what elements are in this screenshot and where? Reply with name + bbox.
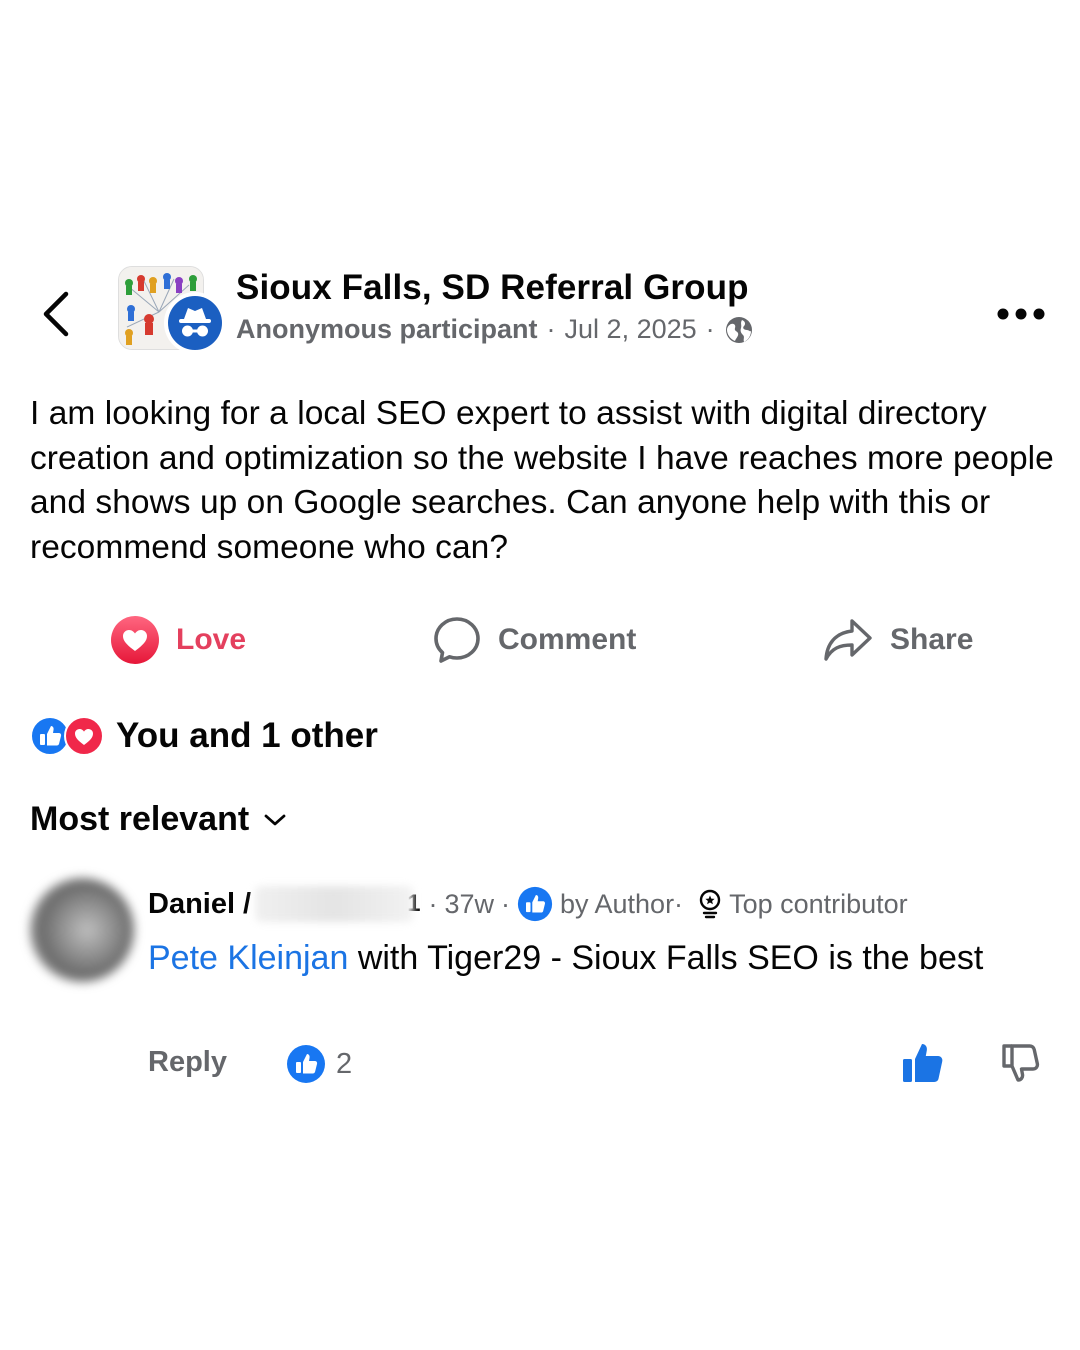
- incognito-icon: [168, 296, 222, 350]
- comment-button[interactable]: Comment: [432, 612, 636, 668]
- redacted-name: [255, 886, 414, 922]
- meta-separator: ·: [500, 888, 510, 919]
- more-options-button[interactable]: [996, 300, 1046, 328]
- comment-header: Daniel / 1 · 37w · by Author· Top contri…: [148, 886, 908, 922]
- downvote-button[interactable]: [998, 1040, 1044, 1086]
- thumbs-up-filled-icon: [903, 1044, 943, 1082]
- comment-reactions[interactable]: 2: [286, 1044, 352, 1084]
- commenter-name[interactable]: Daniel: [148, 888, 235, 921]
- top-contributor-badge: Top contributor: [729, 888, 908, 919]
- liked-by-author: by Author·: [559, 888, 684, 919]
- sort-label: Most relevant: [30, 800, 250, 838]
- post-date[interactable]: Jul 2, 2025: [565, 314, 697, 345]
- share-arrow-icon: [824, 619, 872, 661]
- commenter-avatar[interactable]: [30, 878, 134, 982]
- meta-separator: ·: [705, 314, 715, 344]
- thumbs-down-outline-icon: [1002, 1044, 1040, 1082]
- share-label: Share: [890, 623, 974, 656]
- comment-text: with Tiger29 - Sioux Falls SEO is the be…: [348, 939, 984, 977]
- anonymous-badge: [164, 292, 226, 354]
- comment-meta: · 37w · by Author· Top contributor: [428, 886, 908, 922]
- love-reaction-button[interactable]: Love: [110, 612, 246, 668]
- meta-separator: ·: [428, 888, 438, 919]
- post-meta: Anonymous participant · Jul 2, 2025 ·: [236, 314, 754, 345]
- share-button[interactable]: Share: [822, 612, 973, 668]
- top-contributor-icon: [699, 889, 721, 919]
- reactions-summary[interactable]: You and 1 other: [30, 716, 378, 756]
- reply-button[interactable]: Reply: [148, 1046, 227, 1079]
- group-name[interactable]: Sioux Falls, SD Referral Group: [236, 268, 749, 308]
- comment-body: Pete Kleinjan with Tiger29 - Sioux Falls…: [148, 934, 1028, 982]
- heart-reaction-icon: [111, 616, 159, 664]
- comment-time[interactable]: 37w: [444, 889, 494, 920]
- post-text: I am looking for a local SEO expert to a…: [30, 395, 1054, 566]
- comment-bubble-icon: [434, 617, 480, 663]
- like-reaction-icon: [287, 1045, 325, 1083]
- comment-sort-dropdown[interactable]: Most relevant: [30, 800, 287, 839]
- chevron-left-icon: [43, 291, 69, 337]
- love-label: Love: [176, 623, 247, 656]
- back-button[interactable]: [38, 288, 78, 340]
- comment-like-count: 2: [336, 1047, 353, 1080]
- meta-separator: ·: [546, 314, 556, 344]
- heart-reaction-icon: [64, 716, 104, 756]
- comment-label: Comment: [498, 623, 637, 656]
- mentioned-user-link[interactable]: Pete Kleinjan: [148, 939, 348, 977]
- more-dots-icon: [997, 308, 1045, 320]
- globe-icon: [725, 316, 752, 343]
- post-author: Anonymous participant: [236, 314, 538, 344]
- chevron-down-icon: [264, 814, 286, 825]
- commenter-name-fragment: /: [243, 887, 252, 920]
- reactions-count-text: You and 1 other: [116, 716, 378, 755]
- author-like-icon: [517, 886, 553, 922]
- upvote-button[interactable]: [900, 1040, 946, 1086]
